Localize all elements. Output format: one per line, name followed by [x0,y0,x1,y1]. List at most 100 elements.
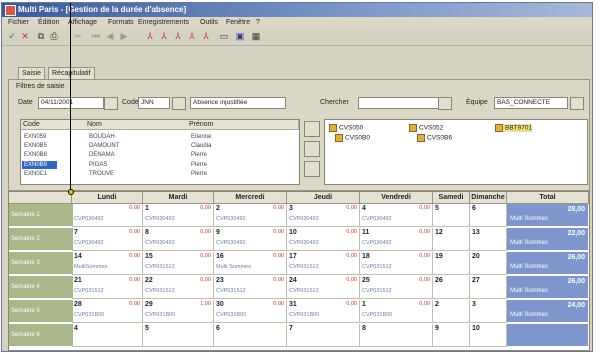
person-icon[interactable]: ⅄ [144,31,156,42]
save-icon[interactable]: ▣ [234,31,246,42]
list-cell-code[interactable]: EXN0B5 [24,142,47,150]
calendar-day-cell[interactable]: 9 [433,324,470,347]
calendar-day-cell[interactable]: 21 0,00 CVP031512 [72,276,143,299]
tab-saisie[interactable]: Saisie [18,67,46,79]
list-cell-nom[interactable]: DENAMA [89,151,115,159]
tree-node-selected[interactable]: BBT9701 [495,124,533,132]
menu-fichier[interactable]: Fichier [8,19,29,26]
cut-icon[interactable]: ✂ [72,31,84,42]
calendar-day-cell[interactable]: 11 0,00 CVP030492 [360,228,433,251]
chercher-input[interactable] [358,97,440,109]
calendar-day-cell[interactable]: 20 [470,252,507,275]
calendar-day-cell[interactable]: 15 0,00 CVP031512 [143,252,214,275]
title-bar[interactable]: Multi Paris - [Gestion de la durée d'abs… [2,3,592,17]
list-cell-prenom[interactable]: Pierre [191,170,207,178]
date-field[interactable]: 04/11/2001 [38,97,104,109]
column-header-code[interactable]: Code [21,120,86,130]
move-right-button[interactable] [304,121,320,137]
list-cell-code[interactable]: EXN0B9 [24,161,47,169]
calendar-day-cell[interactable]: 27 [470,276,507,299]
first-icon[interactable]: ⏮ [90,31,102,42]
list-cell-nom[interactable]: PIGAS [89,161,107,169]
calendar-day-cell[interactable]: 5 [143,324,214,347]
print-icon[interactable]: ⎙ [48,31,60,42]
calendar-day-cell[interactable]: 17 0,00 CVP031512 [287,252,360,275]
calendar-day-cell[interactable]: 13 [470,228,507,251]
list-cell-prenom[interactable]: Pierre [191,151,207,159]
code-lookup-button[interactable] [172,97,186,110]
tree-node[interactable]: CVS052 [409,124,443,132]
calendar-day-cell[interactable]: 14 0,00 MultiSommes [72,252,143,275]
column-header-nom[interactable]: Nom [85,120,188,130]
calendar-day-cell[interactable]: 3 0,00 CVP030492 [287,204,360,227]
person-icon[interactable]: ⅄ [186,31,198,42]
calendar-day-cell[interactable]: 3 [470,300,507,323]
window-icon[interactable]: ▭ [218,31,230,42]
person-icon[interactable]: ⅄ [158,31,170,42]
prev-icon[interactable]: ◀ [104,31,116,42]
list-cell-prenom[interactable]: Pierre [191,161,207,169]
tree-node[interactable]: CVS0B0 [335,134,370,142]
calendar-day-cell[interactable]: 16 0,00 Multi Sommes [214,252,287,275]
calendar-day-cell[interactable]: 2 [433,300,470,323]
calendar-day-cell[interactable]: 4 [72,324,143,347]
calendar-day-cell[interactable]: 29 1,00 CVP031B00 [143,300,214,323]
calendar-day-cell[interactable]: 12 [433,228,470,251]
person-icon[interactable]: ⅄ [200,31,212,42]
calendar-day-cell[interactable]: 2 0,00 CVP030492 [214,204,287,227]
list-cell-code[interactable]: EXN0C1 [24,170,47,178]
calendar-day-cell[interactable]: 8 0,00 CVP030492 [143,228,214,251]
calendar-day-cell[interactable]: 31 0,00 CVP031B00 [287,300,360,323]
person-icon[interactable]: ⅄ [172,31,184,42]
calendar-day-cell[interactable]: 4 0,00 CVP030492 [360,204,433,227]
calendar-day-cell[interactable]: 26 [433,276,470,299]
tree-node[interactable]: CVS050 [329,124,363,132]
move-all-button[interactable] [304,161,320,177]
calendar-day-cell[interactable]: 7 0,00 CVP030492 [72,228,143,251]
copy-icon[interactable]: ⧉ [35,31,47,42]
equipe-lookup-button[interactable] [570,97,584,110]
calendar-day-cell[interactable]: 22 0,00 CVP031512 [143,276,214,299]
menu-affichage[interactable]: Affichage [68,19,97,26]
menu-fenetre[interactable]: Fenêtre [226,19,250,26]
calendar-day-cell[interactable]: 6 [214,324,287,347]
chercher-button[interactable] [438,97,452,110]
calendar-day-cell[interactable]: 0,00 CVP030492 [72,204,143,227]
date-dropdown-button[interactable] [104,97,118,110]
calendar-day-cell[interactable]: 10 [470,324,507,347]
calendar-day-cell[interactable]: 1 0,00 CVP031B00 [360,300,433,323]
menu-enregistrements[interactable]: Enregistrements [138,19,189,26]
menu-help[interactable]: ? [256,19,260,26]
calendar-day-cell[interactable]: 28 0,00 CVP031B00 [72,300,143,323]
calendar-day-cell[interactable]: 5 [433,204,470,227]
list-cell-prenom[interactable]: Claudia [191,142,211,150]
column-header-prenom[interactable]: Prénom [187,120,299,130]
list-cell-code[interactable]: EXN059 [24,133,46,141]
calendar-day-cell[interactable]: 8 [360,324,433,347]
tree-node[interactable]: CVS0B6 [417,134,452,142]
list-cell-nom[interactable]: TROUVE [89,170,114,178]
grid-icon[interactable]: ▦ [250,31,262,42]
code-field[interactable]: JNN [138,97,170,109]
calendar-day-cell[interactable]: 1 0,00 CVP030492 [143,204,214,227]
calendar-day-cell[interactable]: 10 0,00 CVP030492 [287,228,360,251]
calendar-day-cell[interactable]: 19 [433,252,470,275]
list-cell-nom[interactable]: BOUDAH [89,133,115,141]
equipe-field[interactable]: BAS_CONNECTE [494,97,568,109]
next-icon[interactable]: ▶ [118,31,130,42]
check-icon[interactable]: ✓ [6,31,18,42]
calendar-day-cell[interactable]: 23 0,00 CVP031512 [214,276,287,299]
calendar-day-cell[interactable]: 6 [470,204,507,227]
calendar-day-cell[interactable]: 30 0,00 CVP031B00 [214,300,287,323]
calendar-day-cell[interactable]: 24 0,00 CVP031512 [287,276,360,299]
list-cell-code[interactable]: EXN0B8 [24,151,47,159]
cancel-icon[interactable]: ✕ [19,31,31,42]
tab-recapitulatif[interactable]: Récapitulatif [48,67,95,79]
menu-formats[interactable]: Formats [108,19,134,26]
calendar-day-cell[interactable]: 7 [287,324,360,347]
list-cell-prenom[interactable]: Etienne [191,133,211,141]
list-cell-nom[interactable]: DAMOUNT [89,142,119,150]
calendar-day-cell[interactable]: 9 0,00 CVP030492 [214,228,287,251]
calendar-day-cell[interactable]: 18 0,00 CVP031512 [360,252,433,275]
menu-edition[interactable]: Édition [38,19,59,26]
